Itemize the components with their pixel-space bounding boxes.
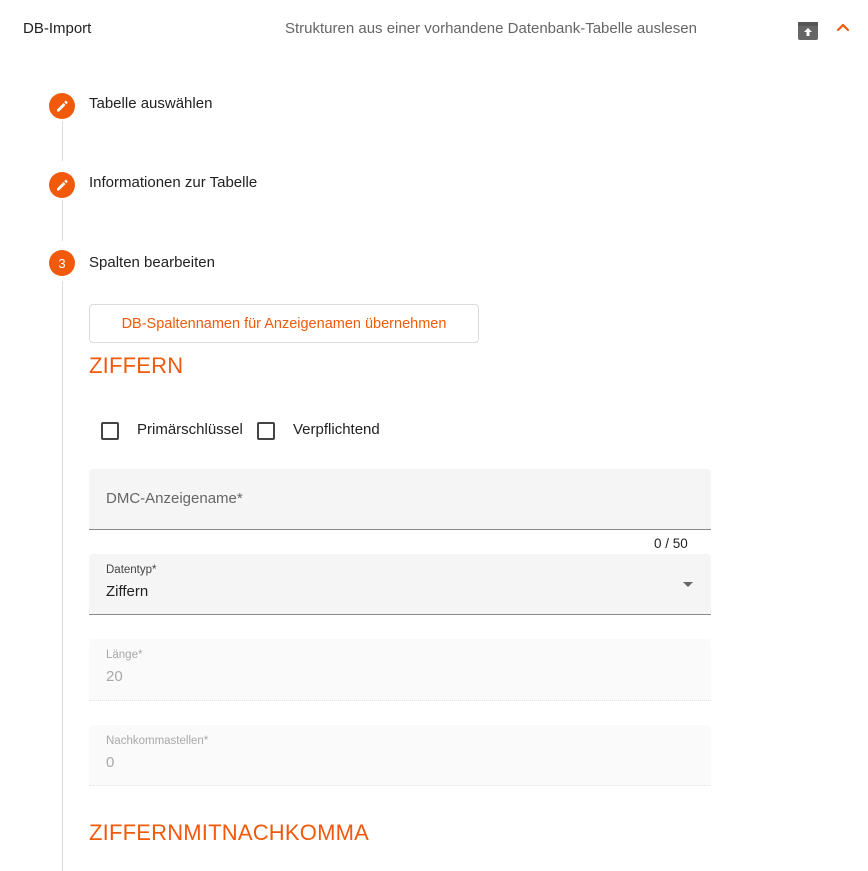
step-2-edit-icon[interactable] (49, 172, 75, 198)
decimals-field: Nachkommastellen* 0 (89, 725, 711, 786)
required-label[interactable]: Verpflichtend (293, 421, 380, 438)
archive-icon[interactable] (797, 21, 819, 41)
length-field: Länge* 20 (89, 639, 711, 701)
step-3-number[interactable]: 3 (49, 250, 75, 276)
section-title-ziffernmitnachkomma: ZIFFERNMITNACHKOMMA (89, 820, 370, 845)
character-counter: 0 / 50 (654, 536, 688, 551)
step-1-label[interactable]: Tabelle auswählen (89, 95, 212, 112)
primary-key-label[interactable]: Primärschlüssel (137, 421, 243, 438)
display-name-placeholder: DMC-Anzeigename* (106, 490, 243, 507)
data-type-value: Ziffern (106, 583, 149, 600)
chevron-up-icon[interactable] (834, 19, 852, 37)
decimals-label: Nachkommastellen* (106, 735, 209, 747)
dropdown-arrow-icon[interactable] (683, 582, 693, 587)
pencil-icon (57, 179, 68, 191)
stepper-connector (62, 200, 63, 241)
decimals-value: 0 (106, 754, 115, 771)
length-label: Länge* (106, 649, 143, 661)
data-type-label: Datentyp* (106, 564, 157, 576)
step-3-label[interactable]: Spalten bearbeiten (89, 254, 215, 271)
copy-column-names-button[interactable]: DB-Spaltennamen für Anzeigenamen überneh… (89, 304, 479, 343)
primary-key-checkbox[interactable] (101, 422, 119, 440)
data-type-select[interactable]: Datentyp* Ziffern (89, 554, 711, 615)
stepper-connector (62, 281, 63, 871)
length-value: 20 (106, 668, 123, 685)
section-title-ziffern: ZIFFERN (89, 353, 184, 378)
stepper-connector (62, 121, 63, 161)
panel-title: DB-Import (23, 20, 92, 37)
panel-description: Strukturen aus einer vorhandene Datenban… (285, 20, 697, 37)
step-1-edit-icon[interactable] (49, 93, 75, 119)
display-name-field[interactable]: DMC-Anzeigename* (89, 469, 711, 530)
pencil-icon (57, 100, 68, 112)
required-checkbox[interactable] (257, 422, 275, 440)
panel-header[interactable]: DB-Import Strukturen aus einer vorhanden… (0, 0, 868, 58)
step-2-label[interactable]: Informationen zur Tabelle (89, 174, 257, 191)
